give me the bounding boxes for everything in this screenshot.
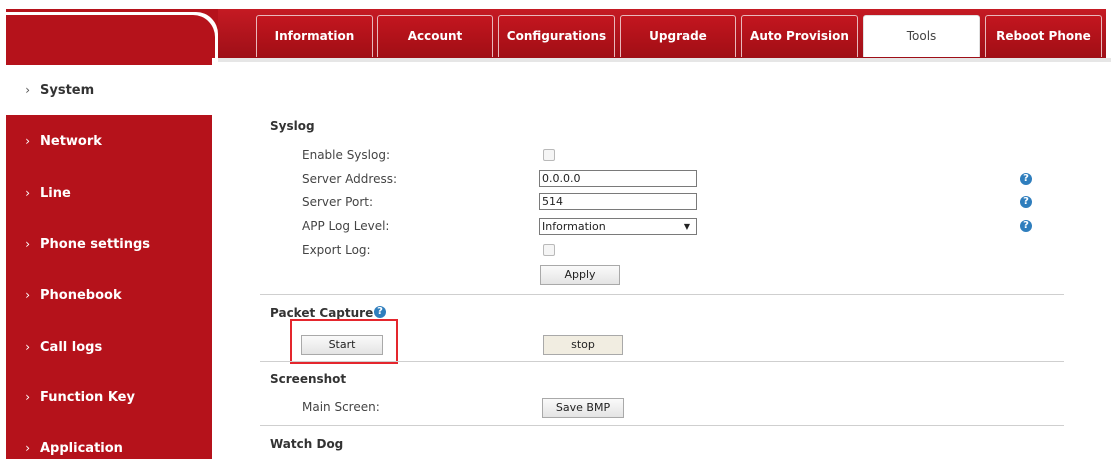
chevron-right-icon: ›	[25, 237, 30, 251]
tab-tools[interactable]: Tools	[863, 15, 980, 57]
tab-reboot-phone[interactable]: Reboot Phone	[985, 15, 1102, 57]
sidebar-item-label: Phonebook	[40, 288, 122, 303]
tab-account[interactable]: Account	[377, 15, 493, 57]
tab-upgrade[interactable]: Upgrade	[620, 15, 736, 57]
screenshot-title: Screenshot	[270, 372, 347, 386]
sidebar-item-label: Application	[40, 441, 123, 456]
dropdown-arrow-icon: ▼	[683, 222, 690, 231]
sidebar-item-label: Call logs	[40, 340, 103, 355]
chevron-right-icon: ›	[25, 390, 30, 404]
export-log-checkbox[interactable]	[543, 244, 555, 256]
app-log-level-select[interactable]: Information ▼	[539, 218, 697, 235]
chevron-right-icon: ›	[25, 186, 30, 200]
help-icon[interactable]: ?	[1020, 173, 1032, 185]
sidebar: › System › Network › Line › Phone settings ›…	[6, 58, 214, 459]
app-log-level-value: Information	[542, 220, 606, 233]
sidebar-item-call-logs[interactable]: › Call logs	[6, 321, 212, 373]
sidebar-item-line[interactable]: › Line	[6, 167, 212, 219]
save-bmp-button[interactable]: Save BMP	[542, 398, 624, 418]
tab-auto-provision[interactable]: Auto Provision	[741, 15, 858, 57]
sidebar-item-application[interactable]: › Application	[6, 422, 212, 474]
chevron-right-icon: ›	[25, 288, 30, 302]
chevron-right-icon: ›	[25, 83, 30, 97]
packet-capture-label: Packet Capture	[270, 306, 374, 320]
tab-information[interactable]: Information	[256, 15, 373, 57]
server-address-input[interactable]: 0.0.0.0	[539, 170, 697, 187]
sidebar-item-system[interactable]: › System	[6, 65, 214, 115]
sidebar-item-label: Function Key	[40, 390, 135, 405]
enable-syslog-checkbox[interactable]	[543, 149, 555, 161]
server-address-label: Server Address:	[302, 172, 397, 186]
sidebar-item-label: System	[40, 83, 95, 98]
app-log-level-label: APP Log Level:	[302, 219, 390, 233]
sidebar-item-phonebook[interactable]: › Phonebook	[6, 269, 212, 321]
divider	[260, 361, 1064, 362]
watchdog-title: Watch Dog	[270, 437, 344, 451]
enable-syslog-label: Enable Syslog:	[302, 148, 390, 162]
sidebar-item-label: Phone settings	[40, 237, 151, 252]
main-screen-label: Main Screen:	[302, 400, 380, 414]
divider	[260, 425, 1064, 426]
stop-capture-button[interactable]: stop	[543, 335, 623, 355]
sidebar-item-label: Line	[40, 186, 71, 201]
top-bar: Information Account Configurations Upgra…	[0, 0, 1111, 58]
packet-capture-title: Packet Capture	[270, 306, 373, 320]
help-icon[interactable]: ?	[1020, 196, 1032, 208]
divider	[260, 294, 1064, 295]
tab-configurations[interactable]: Configurations	[498, 15, 615, 57]
sidebar-item-phone-settings[interactable]: › Phone settings	[6, 218, 212, 270]
apply-button[interactable]: Apply	[540, 265, 620, 285]
highlight-box	[290, 319, 398, 364]
syslog-title: Syslog	[270, 119, 315, 133]
server-port-input[interactable]: 514	[539, 193, 697, 210]
server-port-label: Server Port:	[302, 195, 373, 209]
help-icon[interactable]: ?	[374, 306, 386, 318]
sidebar-item-network[interactable]: › Network	[6, 115, 212, 167]
sidebar-item-function-key[interactable]: › Function Key	[6, 371, 212, 423]
sidebar-header	[6, 12, 218, 58]
export-log-label: Export Log:	[302, 243, 371, 257]
main-content: Syslog Enable Syslog: Server Address: 0.…	[212, 62, 1111, 459]
sidebar-item-label: Network	[40, 134, 102, 149]
chevron-right-icon: ›	[25, 441, 30, 455]
chevron-right-icon: ›	[25, 134, 30, 148]
chevron-right-icon: ›	[25, 340, 30, 354]
help-icon[interactable]: ?	[1020, 220, 1032, 232]
